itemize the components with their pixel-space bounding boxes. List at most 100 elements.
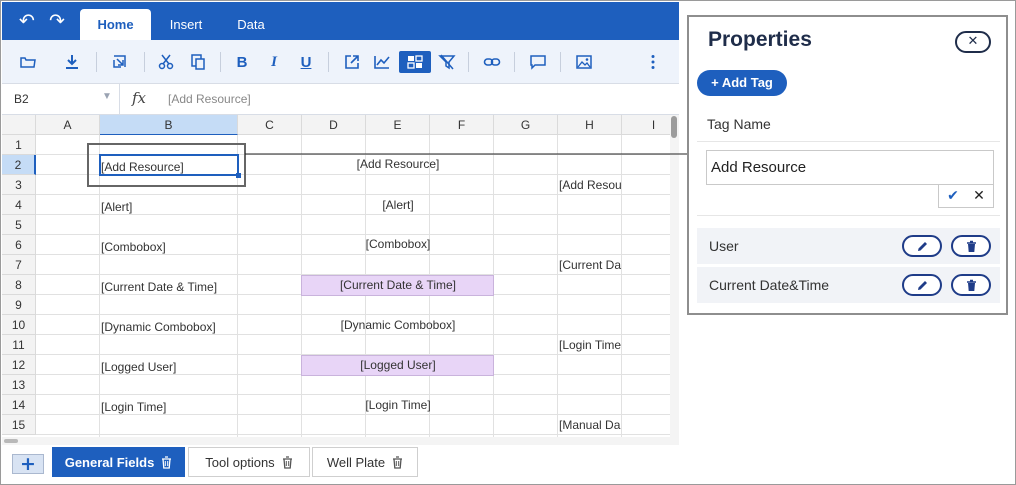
row-header-6[interactable]: 6 <box>2 235 36 255</box>
row-header-4[interactable]: 4 <box>2 195 36 215</box>
trash-icon[interactable] <box>161 455 172 469</box>
formula-input[interactable]: [Add Resource] <box>168 92 251 106</box>
sheet-tab-well-plate[interactable]: Well Plate <box>312 447 418 477</box>
gridline <box>36 334 670 335</box>
underline-icon[interactable]: U <box>294 51 318 73</box>
cell-h15[interactable]: [Manual Da <box>559 418 622 432</box>
row-header-8[interactable]: 8 <box>2 275 36 295</box>
close-icon[interactable]: ✕ <box>955 31 991 53</box>
trash-icon[interactable] <box>282 455 293 469</box>
horizontal-scroll-thumb[interactable] <box>4 439 18 443</box>
resize-icon[interactable] <box>108 51 132 73</box>
vertical-scrollbar[interactable] <box>670 115 679 437</box>
comment-icon[interactable] <box>526 51 550 73</box>
more-icon[interactable] <box>641 51 665 73</box>
tab-home[interactable]: Home <box>80 9 151 40</box>
fill-handle[interactable] <box>236 173 241 178</box>
redo-icon[interactable]: ↷ <box>46 10 68 32</box>
image-icon[interactable] <box>572 51 596 73</box>
italic-icon[interactable]: I <box>262 51 286 73</box>
scissors-icon[interactable] <box>154 51 178 73</box>
row-header-11[interactable]: 11 <box>2 335 36 355</box>
row-header-14[interactable]: 14 <box>2 395 36 415</box>
download-icon[interactable] <box>60 51 84 73</box>
chart-icon[interactable] <box>370 51 394 73</box>
column-header-f[interactable]: F <box>430 115 494 135</box>
row-header-5[interactable]: 5 <box>2 215 36 235</box>
add-sheet-button[interactable]: + <box>12 454 44 474</box>
clear-filter-icon[interactable] <box>435 51 459 73</box>
row-header-12[interactable]: 12 <box>2 355 36 375</box>
cell-de8[interactable]: [Current Date & Time] <box>302 278 494 292</box>
cell-tag-icon[interactable] <box>399 51 431 73</box>
cell-b8[interactable]: [Current Date & Time] <box>101 280 217 294</box>
cell-h11[interactable]: [Login Time <box>559 338 622 352</box>
sheet-tab-tool-options[interactable]: Tool options <box>188 447 310 477</box>
row-header-15[interactable]: 15 <box>2 415 36 435</box>
vertical-scroll-thumb[interactable] <box>671 116 677 138</box>
tag-name-label: Tag Name <box>707 116 771 132</box>
column-header-c[interactable]: C <box>238 115 302 135</box>
column-header-a[interactable]: A <box>36 115 100 135</box>
tag-name-input[interactable] <box>706 150 994 185</box>
gridline <box>557 135 558 437</box>
row-header-2[interactable]: 2 <box>2 155 36 175</box>
active-cell-border <box>99 154 239 176</box>
edit-tag-button[interactable] <box>902 274 942 296</box>
name-box[interactable]: B2 ▼ <box>2 84 120 114</box>
column-header-i[interactable]: I <box>622 115 670 135</box>
cell-h3[interactable]: [Add Resou <box>559 178 622 192</box>
row-header-9[interactable]: 9 <box>2 295 36 315</box>
cancel-icon[interactable]: ✕ <box>969 187 989 205</box>
cell-de2[interactable]: [Add Resource] <box>302 157 494 171</box>
gridline <box>237 135 238 437</box>
horizontal-scrollbar[interactable] <box>2 437 679 445</box>
delete-tag-button[interactable] <box>951 274 991 296</box>
export-icon[interactable] <box>340 51 364 73</box>
column-header-b[interactable]: B <box>100 115 238 135</box>
cell-b6[interactable]: [Combobox] <box>101 240 166 254</box>
cell-b12[interactable]: [Logged User] <box>101 360 176 374</box>
tag-label: User <box>709 238 739 254</box>
tag-row-current-date-time: Current Date&Time <box>697 267 1000 303</box>
undo-icon[interactable]: ↶ <box>16 10 38 32</box>
grid-corner[interactable] <box>2 115 36 135</box>
column-header-e[interactable]: E <box>366 115 430 135</box>
trash-icon[interactable] <box>392 455 403 469</box>
column-header-h[interactable]: H <box>558 115 622 135</box>
folder-icon[interactable] <box>16 51 40 73</box>
row-header-1[interactable]: 1 <box>2 135 36 155</box>
link-icon[interactable] <box>480 51 504 73</box>
copy-icon[interactable] <box>186 51 210 73</box>
cell-b10[interactable]: [Dynamic Combobox] <box>101 320 216 334</box>
cell-h7[interactable]: [Current Da <box>559 258 622 272</box>
tab-insert[interactable]: Insert <box>154 9 218 40</box>
column-header-g[interactable]: G <box>494 115 558 135</box>
bold-icon[interactable]: B <box>230 51 254 73</box>
checkmark-icon[interactable]: ✔ <box>943 187 963 205</box>
delete-tag-button[interactable] <box>951 235 991 257</box>
cell-de10[interactable]: [Dynamic Combobox] <box>302 318 494 332</box>
gridline <box>36 394 670 395</box>
row-header-10[interactable]: 10 <box>2 315 36 335</box>
cell-de6[interactable]: [Combobox] <box>302 237 494 251</box>
add-tag-button[interactable]: + Add Tag <box>697 70 787 96</box>
edit-tag-button[interactable] <box>902 235 942 257</box>
chevron-down-icon[interactable]: ▼ <box>102 91 112 102</box>
cell-b14[interactable]: [Login Time] <box>101 400 166 414</box>
cell-b4[interactable]: [Alert] <box>101 200 132 214</box>
pencil-icon <box>917 241 927 251</box>
cell-de14[interactable]: [Login Time] <box>302 398 494 412</box>
row-header-13[interactable]: 13 <box>2 375 36 395</box>
cell-de12[interactable]: [Logged User] <box>302 358 494 372</box>
cell-de4[interactable]: [Alert] <box>302 198 494 212</box>
tab-data[interactable]: Data <box>222 9 280 40</box>
sheet-tab-general-fields[interactable]: General Fields <box>52 447 185 477</box>
trash-icon <box>966 279 976 291</box>
row-header-3[interactable]: 3 <box>2 175 36 195</box>
column-header-d[interactable]: D <box>302 115 366 135</box>
divider <box>697 215 1000 216</box>
panel-title: Properties <box>708 28 812 51</box>
spreadsheet-grid[interactable]: A B C D E F G H I 1 2 3 4 5 6 7 8 9 10 1… <box>2 115 670 437</box>
row-header-7[interactable]: 7 <box>2 255 36 275</box>
